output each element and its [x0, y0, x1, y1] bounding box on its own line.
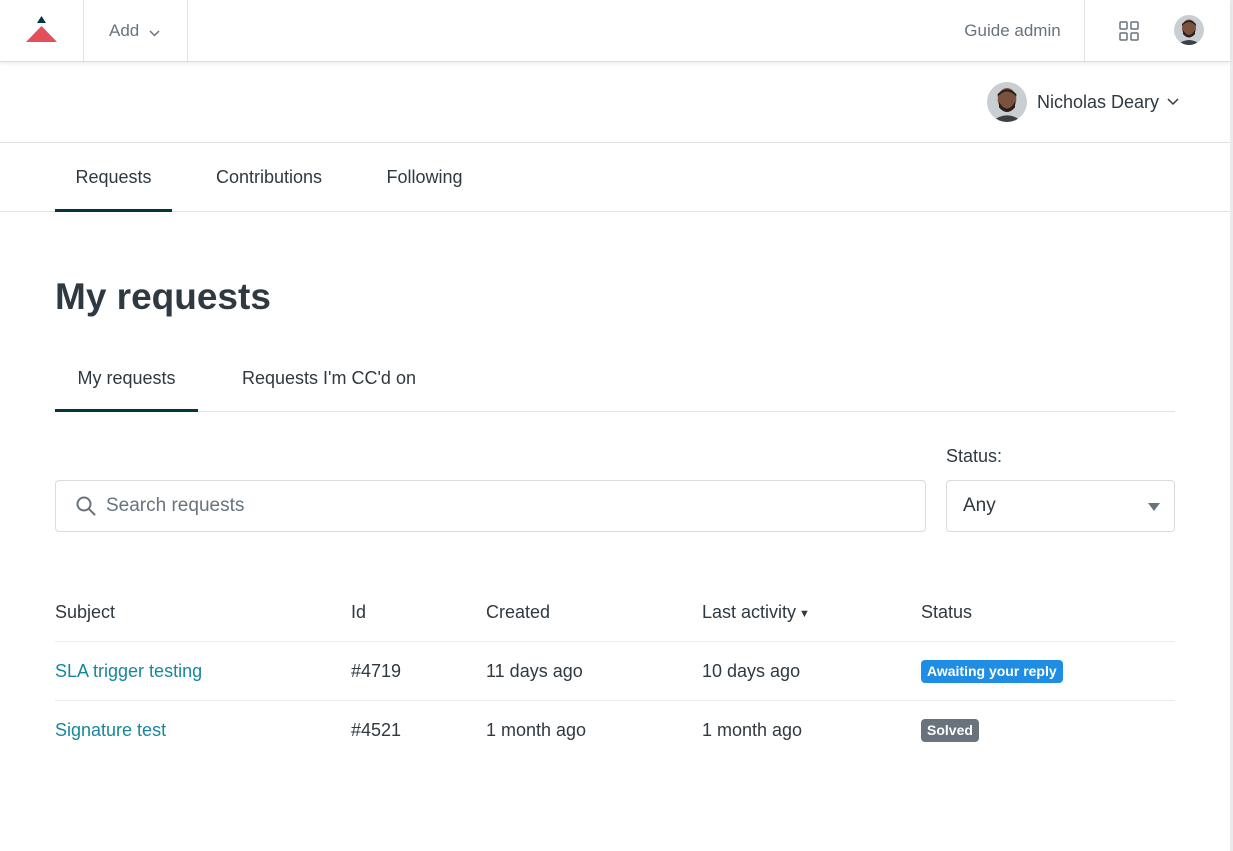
status-select[interactable]: Any	[946, 480, 1175, 532]
table-row: SLA trigger testing #4719 11 days ago 10…	[55, 642, 1175, 701]
guide-admin-label: Guide admin	[964, 20, 1061, 40]
request-id: #4719	[351, 660, 402, 681]
header-last-activity[interactable]: Last activity ▼	[702, 583, 810, 641]
brand-triangle-logo	[26, 16, 57, 42]
status-badge: Awaiting your reply	[921, 659, 1063, 683]
avatar	[987, 82, 1027, 122]
add-menu-button[interactable]: Add	[84, 0, 188, 61]
tab-label: Following	[386, 166, 463, 187]
tab-requests[interactable]: Requests	[55, 143, 172, 212]
add-label: Add	[109, 20, 140, 40]
caret-down-icon	[1148, 503, 1160, 511]
avatar[interactable]	[1174, 15, 1204, 45]
request-subject-link[interactable]: Signature test	[55, 720, 166, 741]
tab-cc-requests[interactable]: Requests I'm CC'd on	[218, 345, 440, 411]
tab-contributions[interactable]: Contributions	[192, 143, 346, 211]
request-last-activity: 1 month ago	[702, 720, 803, 740]
tab-following[interactable]: Following	[366, 143, 483, 211]
table-row: Signature test #4521 1 month ago 1 month…	[55, 701, 1175, 760]
header-last-activity-label: Last activity	[702, 601, 797, 622]
request-id: #4521	[351, 720, 402, 740]
sort-desc-icon: ▼	[799, 607, 810, 620]
logo-link[interactable]	[0, 0, 84, 61]
header-id[interactable]: Id	[351, 583, 366, 641]
table-header: Subject Id Created Last activity ▼ Statu…	[55, 583, 1175, 642]
profile-nav: Requests Contributions Following	[0, 143, 1230, 212]
status-badge: Solved	[921, 719, 979, 742]
user-menu-button[interactable]: Nicholas Deary	[987, 82, 1179, 122]
header-created[interactable]: Created	[486, 583, 550, 641]
tab-label: Contributions	[215, 166, 323, 187]
tab-label: My requests	[77, 367, 176, 388]
user-bar: Nicholas Deary	[0, 62, 1230, 143]
app-grid-icon[interactable]	[1117, 19, 1141, 43]
status-select-value: Any	[963, 495, 996, 516]
search-icon	[76, 496, 96, 516]
page: Add Guide admin Nicholas Deary Requests …	[0, 0, 1233, 851]
chevron-down-icon	[149, 22, 160, 42]
requests-subnav: My requests Requests I'm CC'd on	[55, 345, 1175, 412]
requests-table: Subject Id Created Last activity ▼ Statu…	[55, 583, 1175, 760]
admin-topbar: Add Guide admin	[0, 0, 1230, 62]
user-name: Nicholas Deary	[1037, 91, 1160, 112]
tab-my-requests[interactable]: My requests	[55, 345, 198, 412]
request-last-activity: 10 days ago	[702, 660, 801, 681]
header-subject[interactable]: Subject	[55, 583, 115, 641]
guide-admin-link[interactable]: Guide admin	[941, 0, 1085, 61]
status-filter-label: Status:	[946, 446, 1003, 466]
tab-label: Requests	[75, 166, 152, 187]
search-field[interactable]	[55, 480, 926, 532]
request-created: 1 month ago	[486, 720, 587, 740]
search-input[interactable]	[106, 495, 866, 517]
request-created: 11 days ago	[486, 660, 583, 681]
page-title: My requests	[55, 276, 271, 317]
tab-label: Requests I'm CC'd on	[242, 367, 416, 388]
chevron-down-icon	[1167, 93, 1179, 111]
header-status[interactable]: Status	[921, 583, 972, 641]
request-subject-link[interactable]: SLA trigger testing	[55, 661, 202, 682]
